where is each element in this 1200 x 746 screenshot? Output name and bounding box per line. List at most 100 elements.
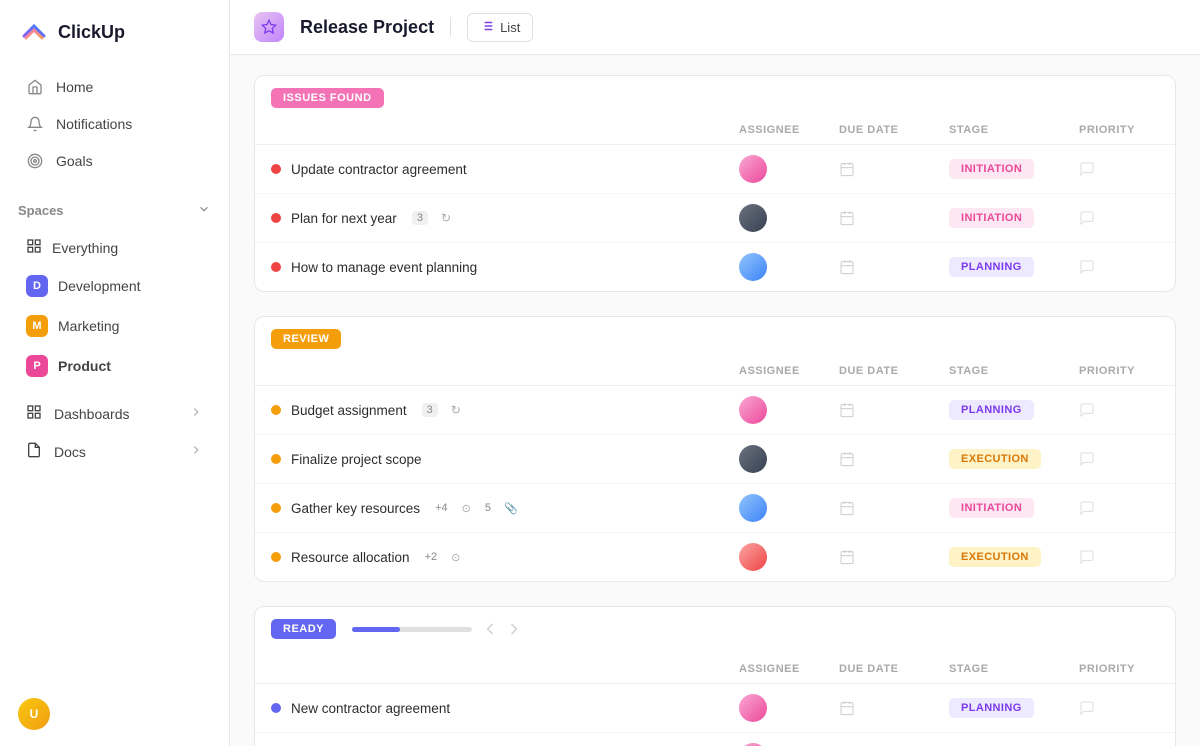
refresh-icon: ↻ — [441, 211, 451, 225]
spaces-section-header: Spaces — [0, 192, 229, 229]
docs-expand-icon — [189, 443, 203, 460]
ready-progress-fill — [352, 627, 400, 632]
stage-badge: PLANNING — [949, 257, 1034, 277]
sidebar-item-docs[interactable]: Docs — [8, 433, 221, 470]
priority-cell — [1079, 549, 1159, 565]
docs-icon — [26, 442, 42, 461]
task-name-cell: Update contractor agreement — [271, 162, 739, 177]
spaces-collapse-icon[interactable] — [197, 202, 211, 219]
review-table-header: ASSIGNEE DUE DATE STAGE PRIORITY — [255, 357, 1175, 386]
table-row[interactable]: Finalize project scope EXECUTION — [255, 435, 1175, 484]
sidebar-item-dashboards[interactable]: Dashboards — [8, 395, 221, 432]
issues-badge: ISSUES FOUND — [271, 88, 384, 108]
task-text: Finalize project scope — [291, 452, 422, 467]
stage-badge: EXECUTION — [949, 547, 1041, 567]
grid-icon — [26, 238, 42, 257]
avatar — [739, 155, 767, 183]
review-task-col — [271, 365, 739, 377]
target-icon — [26, 152, 44, 170]
review-duedate-col: DUE DATE — [839, 365, 949, 377]
user-avatar: U — [18, 698, 50, 730]
task-name-cell: Plan for next year 3 ↻ — [271, 211, 739, 226]
due-date-cell — [839, 451, 949, 467]
stage-badge: PLANNING — [949, 400, 1034, 420]
development-space-dot: D — [26, 275, 48, 297]
next-icon[interactable] — [504, 619, 524, 639]
sidebar-logo: ClickUp — [0, 0, 229, 64]
priority-cell — [1079, 210, 1159, 226]
sidebar-item-goals[interactable]: Goals — [8, 143, 221, 179]
sidebar-item-marketing[interactable]: M Marketing — [8, 307, 221, 345]
review-section-header: REVIEW — [255, 317, 1175, 349]
review-assignee-col: ASSIGNEE — [739, 365, 839, 377]
assignee-cell — [739, 253, 839, 281]
ready-section-header: READY — [255, 607, 1175, 647]
priority-cell — [1079, 451, 1159, 467]
prev-icon[interactable] — [480, 619, 500, 639]
due-date-cell — [839, 210, 949, 226]
list-view-button[interactable]: List — [467, 13, 533, 42]
extra-count: +2 — [425, 551, 438, 563]
sidebar-home-label: Home — [56, 79, 93, 95]
task-name-cell: Finalize project scope — [271, 452, 739, 467]
stage-cell: INITIATION — [949, 208, 1079, 228]
sidebar: ClickUp Home Notifications Goals Spaces — [0, 0, 230, 746]
marketing-space-dot: M — [26, 315, 48, 337]
content-area: ISSUES FOUND ASSIGNEE DUE DATE STAGE PRI… — [230, 55, 1200, 746]
bell-icon — [26, 115, 44, 133]
clip-count: 5 — [485, 502, 491, 514]
priority-cell — [1079, 700, 1159, 716]
ready-priority-col: PRIORITY — [1079, 663, 1159, 675]
sidebar-marketing-label: Marketing — [58, 318, 119, 334]
task-name-cell: Resource allocation +2 ⊙ — [271, 550, 739, 565]
task-text: How to manage event planning — [291, 260, 477, 275]
sidebar-goals-label: Goals — [56, 153, 93, 169]
table-row[interactable]: Update contractor agreement INITIATION — [255, 145, 1175, 194]
table-row[interactable]: Refresh company website 5 📎 EXECUTION — [255, 733, 1175, 746]
avatar — [739, 253, 767, 281]
topbar: Release Project List — [230, 0, 1200, 55]
main-content: Release Project List ISSUES FOUND ASSIGN… — [230, 0, 1200, 746]
avatar — [739, 445, 767, 473]
task-text: Gather key resources — [291, 501, 420, 516]
product-space-dot: P — [26, 355, 48, 377]
stage-cell: INITIATION — [949, 159, 1079, 179]
table-row[interactable]: Budget assignment 3 ↻ PLANNING — [255, 386, 1175, 435]
task-count-badge: 3 — [422, 403, 438, 417]
table-row[interactable]: New contractor agreement PLANNING — [255, 684, 1175, 733]
sidebar-item-everything[interactable]: Everything — [8, 230, 221, 265]
issues-section: ISSUES FOUND ASSIGNEE DUE DATE STAGE PRI… — [254, 75, 1176, 292]
sidebar-item-home[interactable]: Home — [8, 69, 221, 105]
refresh-icon: ↻ — [451, 403, 461, 417]
issues-priority-col: PRIORITY — [1079, 124, 1159, 136]
table-row[interactable]: How to manage event planning PLANNING — [255, 243, 1175, 291]
assignee-cell — [739, 155, 839, 183]
topbar-divider — [450, 17, 451, 37]
task-status-dot — [271, 164, 281, 174]
assignee-cell — [739, 694, 839, 722]
dashboards-expand-icon — [189, 405, 203, 422]
task-text: Resource allocation — [291, 550, 410, 565]
sidebar-item-product[interactable]: P Product — [8, 347, 221, 385]
task-name-cell: New contractor agreement — [271, 701, 739, 716]
stage-badge: EXECUTION — [949, 449, 1041, 469]
sidebar-item-notifications[interactable]: Notifications — [8, 106, 221, 142]
ready-assignee-col: ASSIGNEE — [739, 663, 839, 675]
stage-badge: INITIATION — [949, 159, 1034, 179]
task-name-cell: Budget assignment 3 ↻ — [271, 403, 739, 418]
priority-cell — [1079, 402, 1159, 418]
sidebar-product-label: Product — [58, 358, 111, 374]
stage-cell: EXECUTION — [949, 547, 1079, 567]
table-row[interactable]: Plan for next year 3 ↻ INITIATION — [255, 194, 1175, 243]
table-row[interactable]: Gather key resources +4 ⊙ 5 📎 INITIATION — [255, 484, 1175, 533]
due-date-cell — [839, 549, 949, 565]
priority-cell — [1079, 161, 1159, 177]
table-row[interactable]: Resource allocation +2 ⊙ EXECUTION — [255, 533, 1175, 581]
priority-cell — [1079, 259, 1159, 275]
task-status-dot — [271, 213, 281, 223]
issues-stage-col: STAGE — [949, 124, 1079, 136]
issues-table-header: ASSIGNEE DUE DATE STAGE PRIORITY — [255, 116, 1175, 145]
sidebar-item-development[interactable]: D Development — [8, 267, 221, 305]
extra-count: +4 — [435, 502, 448, 514]
sidebar-docs-label: Docs — [54, 444, 86, 460]
